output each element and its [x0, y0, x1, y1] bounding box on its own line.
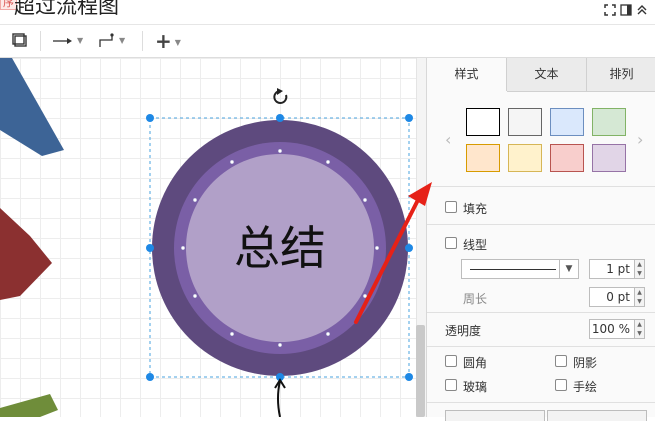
- rounded-checkbox[interactable]: [445, 355, 457, 367]
- perimeter-label: 周长: [463, 292, 488, 306]
- fill-label: 填充: [463, 202, 488, 216]
- opacity-stepper[interactable]: ▲ ▼: [635, 319, 645, 339]
- shape-label[interactable]: 总结: [186, 212, 374, 284]
- chevron-right-icon[interactable]: ›: [637, 130, 643, 149]
- rotate-icon[interactable]: [273, 88, 288, 104]
- glass-checkbox[interactable]: [445, 379, 457, 391]
- page-view-icon[interactable]: [12, 31, 28, 51]
- perimeter-stepper[interactable]: ▲ ▼: [635, 287, 645, 307]
- line-width-input[interactable]: 1 pt: [589, 259, 635, 279]
- vertical-scrollbar-thumb[interactable]: [416, 325, 425, 417]
- chevron-down-icon: ▼: [559, 260, 578, 278]
- toolbar-divider: [40, 31, 41, 51]
- shadow-checkbox[interactable]: [555, 355, 567, 367]
- opacity-input[interactable]: 100 %: [589, 319, 635, 339]
- toolbar: ▼ ▼ + ▼: [0, 25, 655, 58]
- chevron-down-icon: ▼: [77, 36, 84, 45]
- document-title[interactable]: 超过流程图: [14, 0, 119, 20]
- style-swatch-blue[interactable]: [550, 108, 584, 136]
- title-bar: 序 超过流程图: [0, 0, 655, 25]
- panel-divider: [427, 402, 655, 403]
- style-swatch-orange[interactable]: [466, 144, 500, 172]
- panel-divider: [427, 186, 655, 187]
- tab-style[interactable]: 样式: [427, 58, 507, 91]
- rounded-label: 圆角: [463, 356, 488, 370]
- diagram-canvas[interactable]: 总结: [0, 58, 416, 417]
- toolbar-divider: [142, 31, 143, 51]
- set-default-button[interactable]: [547, 410, 647, 421]
- format-panel: 样式 文本 排列 ‹ › 填充 线型 ▼ 1 pt ▲ ▼ 周长 0 pt ▲ ▼ …: [426, 58, 655, 421]
- line-checkbox[interactable]: [445, 237, 457, 249]
- green-shape[interactable]: [0, 394, 58, 417]
- panel-divider: [427, 224, 655, 225]
- style-swatch-white[interactable]: [466, 108, 500, 136]
- panel-divider: [427, 346, 655, 347]
- connector-line[interactable]: [277, 380, 281, 417]
- sketch-checkbox[interactable]: [555, 379, 567, 391]
- line-style-select[interactable]: ▼: [461, 259, 579, 279]
- glass-label: 玻璃: [463, 380, 488, 394]
- shadow-label: 阴影: [573, 356, 598, 370]
- style-swatch-yellow[interactable]: [508, 144, 542, 172]
- perimeter-input[interactable]: 0 pt: [589, 287, 635, 307]
- sketch-label: 手绘: [573, 380, 598, 394]
- format-panel-icon[interactable]: [620, 4, 632, 19]
- style-swatch-green[interactable]: [592, 108, 626, 136]
- fill-checkbox[interactable]: [445, 201, 457, 213]
- chevron-left-icon[interactable]: ‹: [445, 130, 451, 149]
- chevron-down-icon: ▼: [119, 36, 126, 45]
- insert-plus-icon[interactable]: + ▼: [155, 31, 181, 51]
- collapse-icon[interactable]: [636, 4, 648, 19]
- blue-shape[interactable]: [0, 58, 64, 156]
- style-swatch-gray[interactable]: [508, 108, 542, 136]
- waypoint-icon[interactable]: ▼: [98, 31, 125, 51]
- panel-divider: [427, 312, 655, 313]
- line-width-stepper[interactable]: ▲ ▼: [635, 259, 645, 279]
- style-swatch-purple[interactable]: [592, 144, 626, 172]
- line-style-preview: [470, 269, 556, 270]
- chevron-down-icon: ▼: [174, 37, 181, 47]
- style-swatch-red[interactable]: [550, 144, 584, 172]
- red-shape[interactable]: [0, 208, 52, 300]
- fit-page-icon[interactable]: [604, 4, 616, 19]
- edit-style-button[interactable]: [445, 410, 545, 421]
- tab-arrange[interactable]: 排列: [587, 58, 655, 92]
- line-label: 线型: [463, 238, 488, 252]
- connector-arrow-icon[interactable]: ▼: [52, 31, 83, 51]
- opacity-label: 透明度: [445, 324, 482, 338]
- tab-text[interactable]: 文本: [507, 58, 587, 92]
